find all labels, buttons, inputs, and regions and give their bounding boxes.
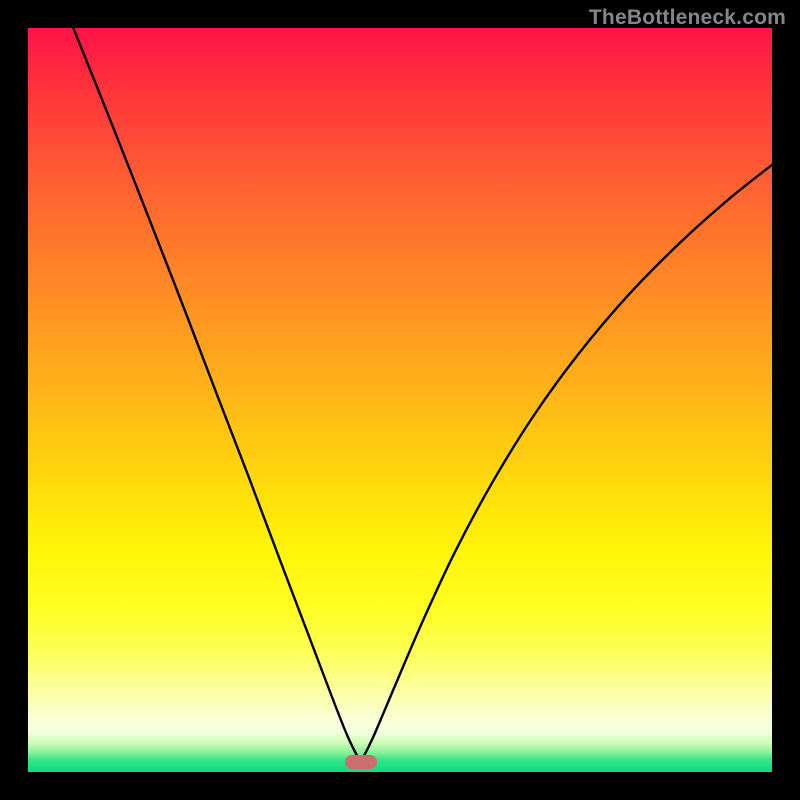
plot-area [28,28,772,772]
curve-left-branch [73,28,360,762]
chart-container: TheBottleneck.com [0,0,800,800]
minimum-marker [345,755,377,769]
curve-right-branch [361,165,772,762]
watermark-text: TheBottleneck.com [589,6,786,30]
bottleneck-curve [28,28,772,772]
